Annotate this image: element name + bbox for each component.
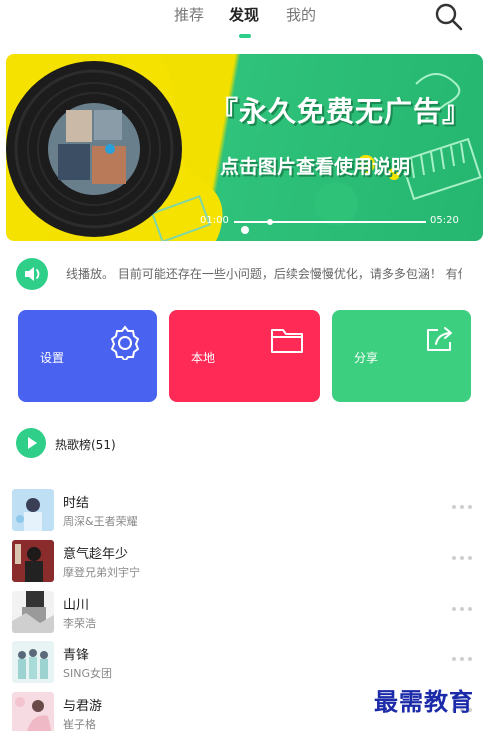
announcement-speaker-button[interactable] <box>16 258 48 290</box>
song-artist: 李荣浩 <box>63 617 96 630</box>
search-icon[interactable] <box>434 2 464 32</box>
song-cover <box>12 692 54 731</box>
top-nav: 推荐 发现 我的 <box>0 0 495 44</box>
announcement-marquee: 线播放。 目前可能还存在一些小问题，后续会慢慢优化，请多多包涵！ 有什 <box>66 267 462 281</box>
play-hot-list-button[interactable] <box>16 428 46 458</box>
more-options-icon[interactable] <box>452 501 476 513</box>
active-tab-indicator <box>239 34 251 38</box>
song-title: 时结 <box>63 496 90 511</box>
local-tile-label: 本地 <box>191 351 216 365</box>
song-row[interactable]: 时结 周深&王者荣耀 <box>0 489 495 539</box>
share-tile[interactable]: 分享 <box>332 310 471 402</box>
song-title: 山川 <box>63 598 90 613</box>
play-icon <box>28 437 37 449</box>
banner-progress-bar <box>234 219 426 225</box>
banner-subtitle: 点击图片查看使用说明 <box>220 156 411 178</box>
banner-background-art <box>6 54 482 241</box>
progress-time-start: 01:00 <box>200 215 229 226</box>
song-row[interactable]: 山川 李荣浩 <box>0 591 495 641</box>
song-artist: 崔子格 <box>63 718 96 731</box>
gear-icon <box>110 325 140 360</box>
tab-recommend[interactable]: 推荐 <box>174 4 204 25</box>
settings-tile-label: 设置 <box>40 351 65 365</box>
speaker-icon <box>25 267 40 281</box>
song-artist: SING女团 <box>63 667 112 680</box>
more-options-icon[interactable] <box>452 603 476 615</box>
more-options-icon[interactable] <box>452 552 476 564</box>
song-title: 意气趁年少 <box>63 547 129 562</box>
share-icon <box>427 327 452 351</box>
song-row[interactable]: 意气趁年少 摩登兄弟刘宇宁 <box>0 540 495 590</box>
song-title: 与君游 <box>63 699 103 714</box>
folder-icon <box>271 329 303 353</box>
promo-banner[interactable]: 『永久免费无广告』 点击图片查看使用说明 01:00 05:20 <box>6 54 483 241</box>
tab-discover[interactable]: 发现 <box>229 4 259 25</box>
watermark: 最需教育 <box>374 687 474 716</box>
settings-tile[interactable]: 设置 <box>18 310 157 402</box>
song-cover <box>12 489 54 531</box>
song-cover <box>12 591 54 633</box>
more-options-icon[interactable] <box>452 653 476 665</box>
banner-title: 『永久免费无广告』 <box>210 95 472 128</box>
song-artist: 周深&王者荣耀 <box>63 515 138 528</box>
song-artist: 摩登兄弟刘宇宁 <box>63 566 140 579</box>
song-cover <box>12 540 54 582</box>
song-cover <box>12 641 54 683</box>
hot-list-title: 热歌榜(51) <box>55 438 116 452</box>
progress-time-end: 05:20 <box>430 215 459 226</box>
banner-progress-knob <box>241 226 249 234</box>
tab-mine[interactable]: 我的 <box>286 4 316 25</box>
local-tile[interactable]: 本地 <box>169 310 320 402</box>
song-title: 青锋 <box>63 648 90 663</box>
share-tile-label: 分享 <box>354 351 379 365</box>
